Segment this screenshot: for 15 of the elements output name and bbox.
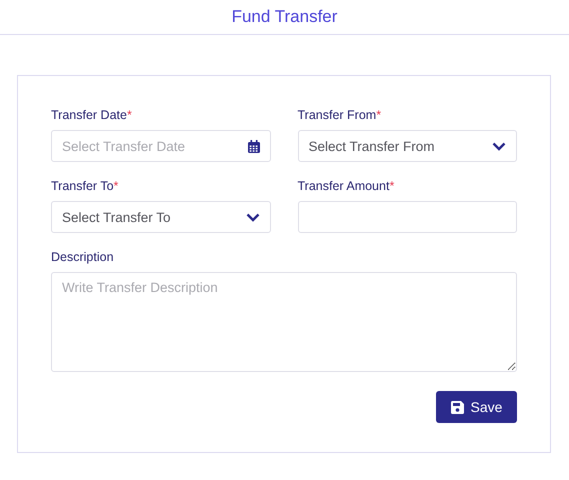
- field-label: Transfer Date*: [51, 108, 133, 122]
- field-label: Description: [51, 250, 115, 264]
- save-icon: [450, 400, 464, 414]
- textarea-field[interactable]: Write Transfer Description: [51, 272, 517, 372]
- field-label: Transfer From*: [298, 108, 382, 122]
- input-field[interactable]: [298, 201, 517, 233]
- save-button[interactable]: Save: [436, 391, 517, 423]
- field-label: Transfer Amount*: [298, 179, 396, 193]
- chevron-down-icon: [492, 142, 506, 150]
- field-label: Transfer To*: [51, 179, 120, 193]
- select-field[interactable]: Select Transfer From: [298, 130, 517, 162]
- chevron-down-icon: [246, 212, 260, 222]
- select-field[interactable]: Select Transfer To: [51, 201, 270, 233]
- calendar-icon: [248, 140, 260, 152]
- page-title: Fund Transfer: [232, 7, 338, 27]
